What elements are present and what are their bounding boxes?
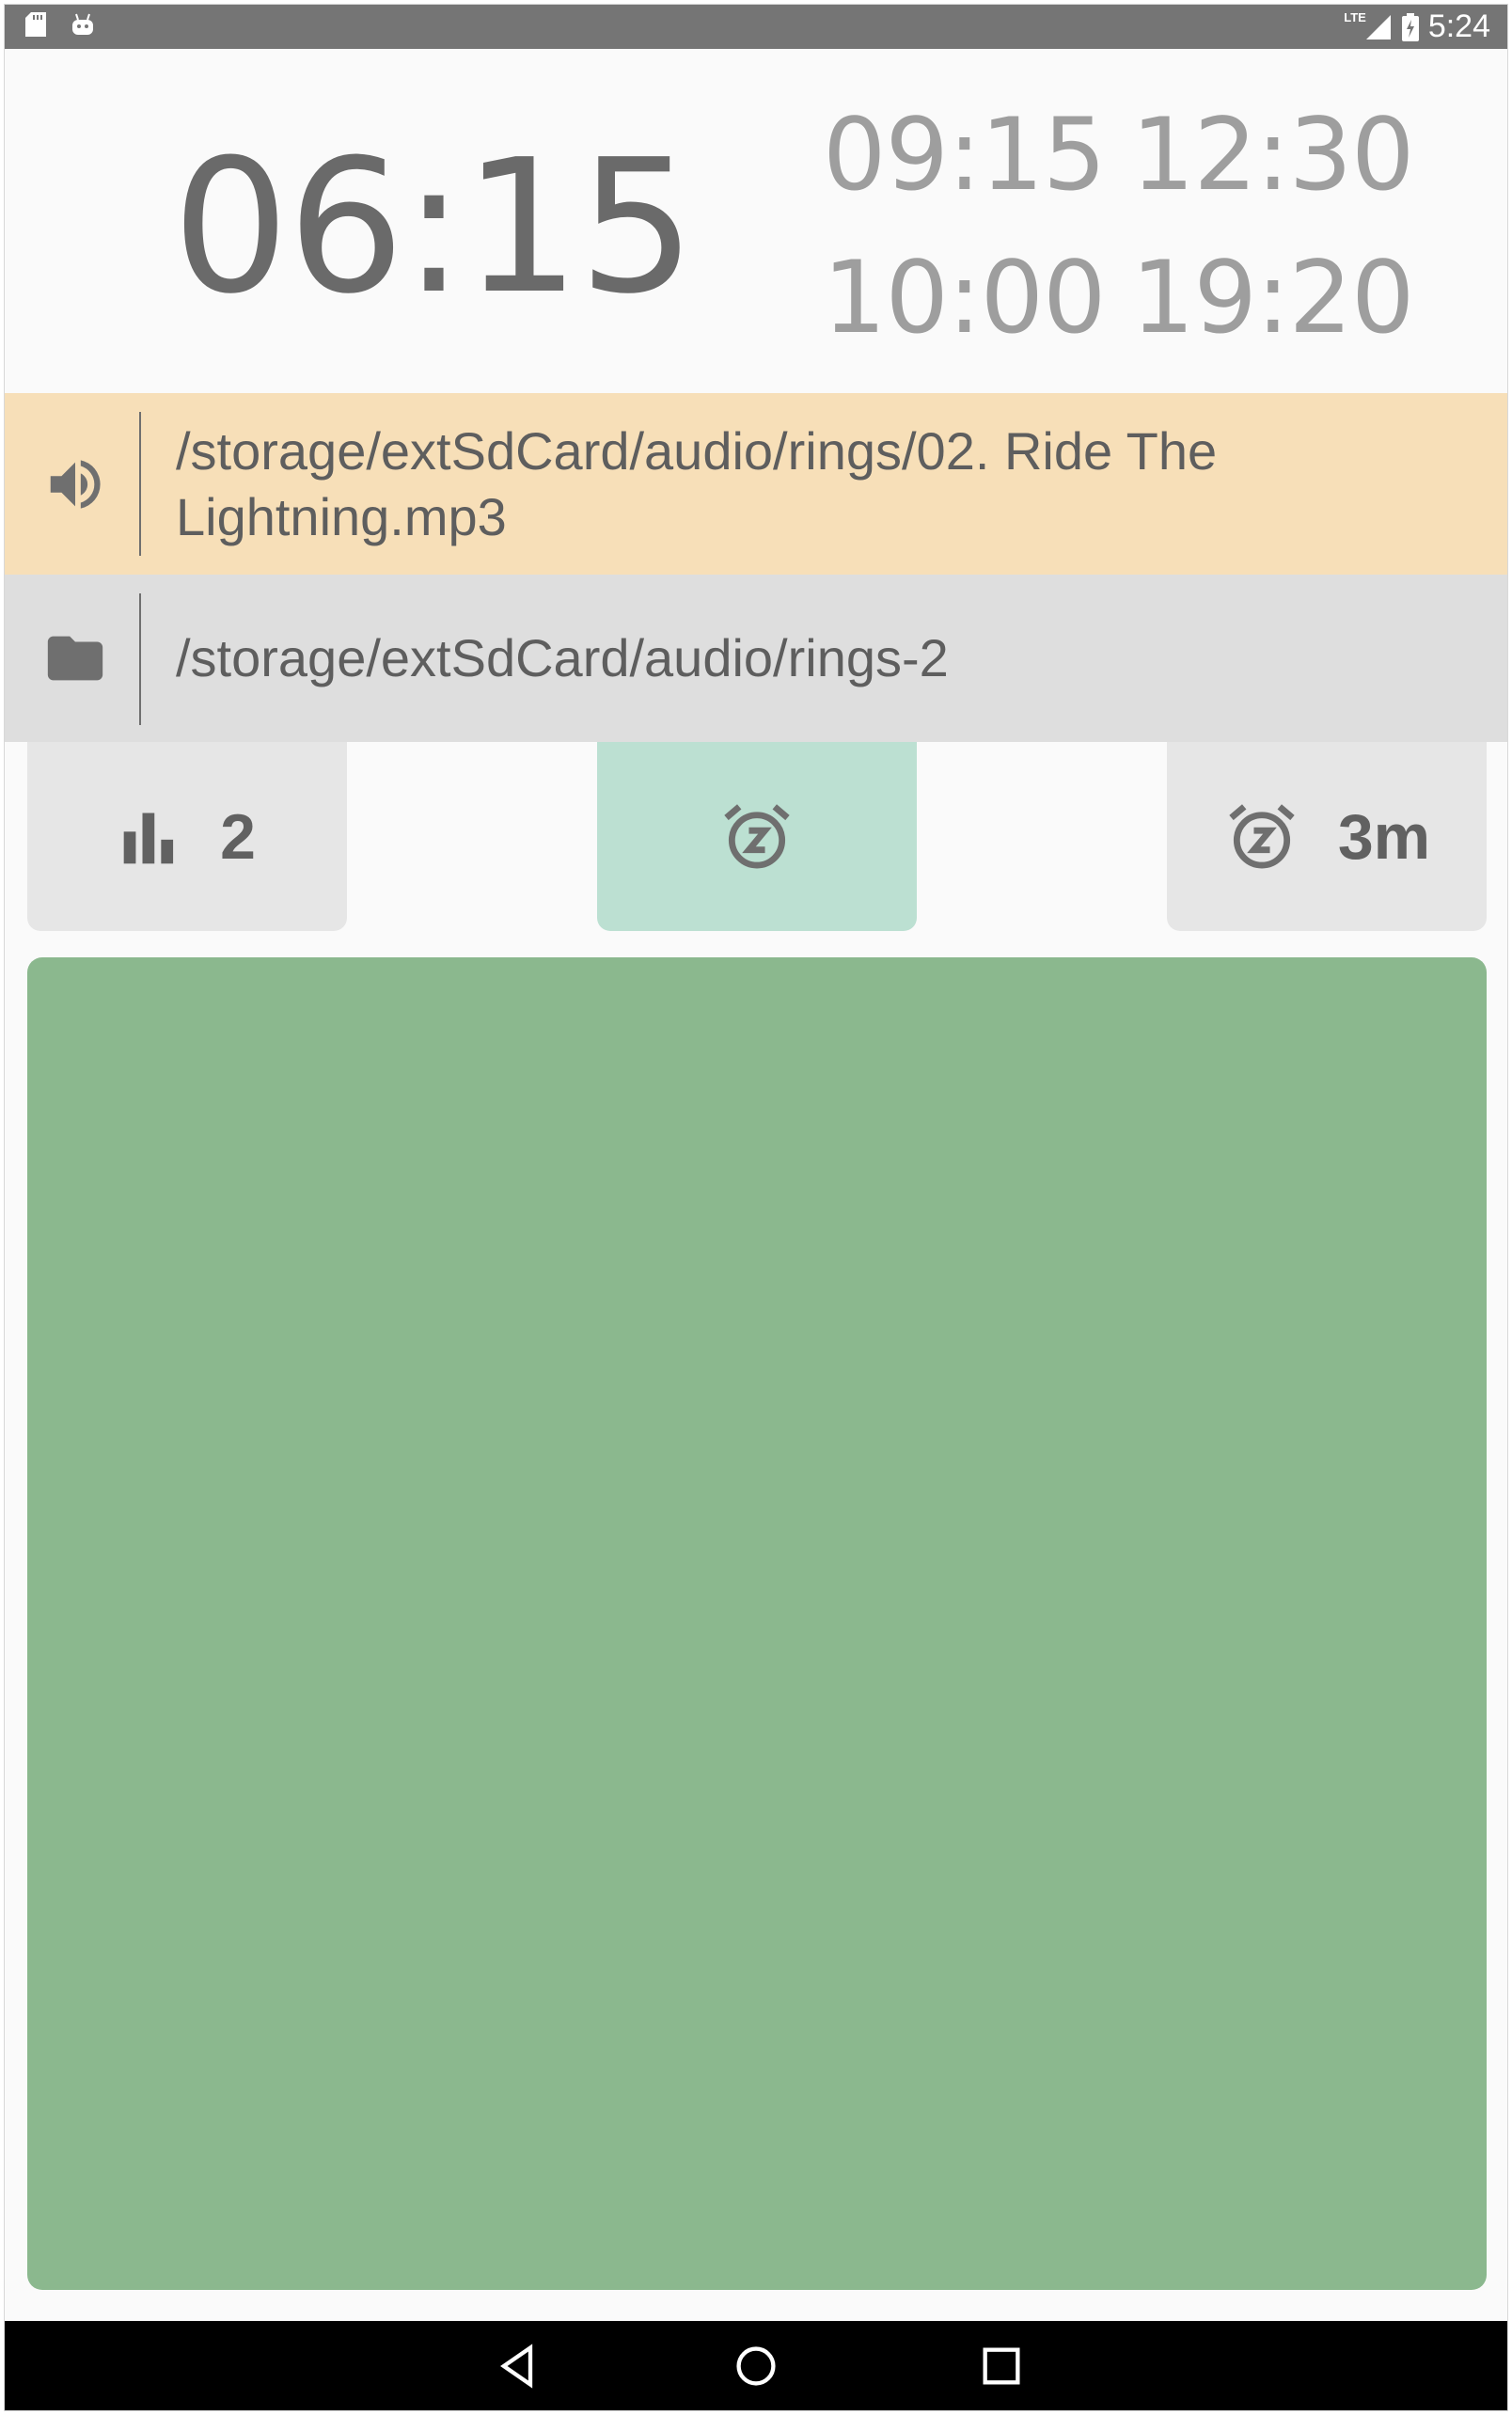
divider xyxy=(139,412,141,556)
bar-chart-icon xyxy=(123,813,174,863)
alarm-time[interactable]: 19:20 xyxy=(1131,248,1414,348)
signal-icon xyxy=(1365,14,1391,39)
battery-charging-icon xyxy=(1401,12,1419,41)
alarm-time[interactable]: 12:30 xyxy=(1131,105,1414,205)
status-time: 5:24 xyxy=(1427,8,1490,44)
folder-path: /storage/extSdCard/audio/rings-2 xyxy=(176,628,949,687)
stats-button[interactable]: 2 xyxy=(27,742,347,931)
alarm-time[interactable]: 10:00 xyxy=(823,248,1106,348)
android-icon xyxy=(72,13,93,35)
back-icon[interactable] xyxy=(494,2342,543,2391)
folder-row[interactable]: /storage/extSdCard/audio/rings-2 xyxy=(5,575,1507,742)
snooze-alarm-icon xyxy=(1229,803,1295,868)
divider xyxy=(139,593,141,725)
snooze-button[interactable] xyxy=(597,742,917,931)
ringtone-path: /storage/extSdCard/audio/rings/02. Ride … xyxy=(176,421,1218,546)
status-bar: LTE 5:24 xyxy=(5,5,1507,49)
snooze-duration-label: 3m xyxy=(1337,800,1431,873)
network-type: LTE xyxy=(1344,10,1366,24)
alarm-times-header: 06:15 09:15 12:30 10:00 19:20 xyxy=(5,49,1507,393)
recents-icon[interactable] xyxy=(977,2342,1026,2391)
snooze-alarm-icon xyxy=(724,803,790,868)
volume-icon[interactable] xyxy=(42,451,108,517)
app-window: LTE 5:24 06:15 09:15 12:30 10:00 19:20 /… xyxy=(5,5,1507,2410)
dismiss-area[interactable] xyxy=(27,957,1487,2290)
sd-card-icon xyxy=(25,12,46,37)
main-alarm-time[interactable]: 06:15 xyxy=(172,135,696,320)
ringtone-row[interactable]: /storage/extSdCard/audio/rings/02. Ride … xyxy=(5,393,1507,575)
home-icon[interactable] xyxy=(732,2342,780,2391)
stats-count: 2 xyxy=(220,800,256,873)
folder-icon[interactable] xyxy=(42,625,108,691)
snooze-duration-button[interactable]: 3m xyxy=(1167,742,1487,931)
alarm-time[interactable]: 09:15 xyxy=(823,105,1106,205)
navigation-bar xyxy=(5,2321,1507,2410)
